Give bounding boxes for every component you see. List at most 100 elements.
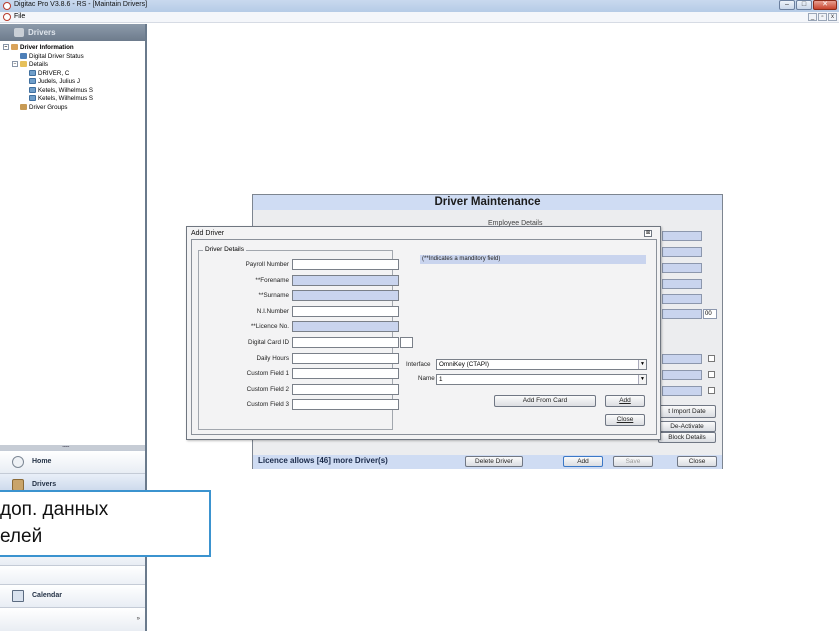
maximize-button[interactable]: □ <box>796 0 812 10</box>
add-driver-dialog: Add Driver ⊠ Driver Details Payroll Numb… <box>186 226 661 440</box>
field-label: Digital Card ID <box>248 339 289 346</box>
employee-field[interactable] <box>662 370 702 380</box>
field-label: Custom Field 3 <box>246 401 289 409</box>
nav-home-label: Home <box>32 458 52 465</box>
minimize-button[interactable]: – <box>779 0 795 10</box>
add-button[interactable]: Add <box>563 456 603 467</box>
option-checkbox[interactable] <box>708 371 715 378</box>
form-row: **Surname <box>199 290 399 302</box>
calendar-icon <box>12 590 24 602</box>
app-menu-icon[interactable] <box>3 13 11 21</box>
driver-details-legend: Driver Details <box>203 246 247 253</box>
mdi-close-button[interactable]: x <box>828 13 837 21</box>
deactivate-button[interactable]: De-Activate <box>658 421 716 432</box>
mdi-restore-button[interactable]: ▫ <box>818 13 827 21</box>
tree-item[interactable]: Driver Groups <box>3 104 145 113</box>
nav-calendar-label: Calendar <box>32 592 62 599</box>
form-input[interactable] <box>292 383 399 395</box>
name-label: Name <box>418 375 435 382</box>
employee-field[interactable] <box>662 386 702 396</box>
menu-bar: File _ ▫ x <box>0 12 839 23</box>
window-title: Digitac Pro V3.8.6 - RS - [Maintain Driv… <box>14 1 148 8</box>
chevron-right-icon[interactable]: » <box>137 616 140 622</box>
option-checkbox[interactable] <box>708 387 715 394</box>
tree-item[interactable]: − Details <box>3 61 145 70</box>
driver-card-icon <box>29 86 36 93</box>
field-label: **Forename <box>255 276 289 284</box>
tree-expander-icon[interactable]: − <box>3 44 9 51</box>
option-checkbox[interactable] <box>708 355 715 362</box>
employee-field[interactable] <box>662 231 702 241</box>
dialog-close-icon[interactable]: ⊠ <box>644 230 652 237</box>
nav-home[interactable]: Home <box>0 450 145 473</box>
interface-select[interactable]: OmniKey (CTAPI) ▼ <box>436 359 647 370</box>
app-logo-icon <box>3 2 11 10</box>
employee-field[interactable] <box>662 294 702 304</box>
dialog-add-button[interactable]: Add <box>605 395 645 407</box>
interface-label: Interface <box>406 361 431 368</box>
mdi-minimize-button[interactable]: _ <box>808 13 817 21</box>
form-input[interactable] <box>292 259 399 270</box>
form-input[interactable] <box>292 321 399 333</box>
save-button[interactable]: Save <box>613 456 653 467</box>
tree-item[interactable]: Ketels, Wilhelmus S <box>3 95 145 104</box>
tree-item[interactable]: − Driver Information <box>3 44 145 53</box>
form-input[interactable] <box>292 305 399 317</box>
driver-maintenance-title: Driver Maintenance <box>253 195 722 210</box>
form-row: Digital Card ID <box>199 337 413 349</box>
splitter-grip: .......... <box>62 443 70 449</box>
driver-card-icon <box>29 69 36 76</box>
tree-item[interactable]: Judels, Julius J <box>3 78 145 87</box>
form-input[interactable] <box>292 352 399 364</box>
dialog-close-button[interactable]: Close <box>605 414 645 426</box>
field-label: N.I.Number <box>256 307 289 315</box>
employee-field[interactable] <box>662 263 702 273</box>
nav-overflow-bar[interactable]: » <box>0 607 145 631</box>
tree-item[interactable]: Digital Driver Status <box>3 53 145 62</box>
form-input[interactable] <box>292 368 399 380</box>
nav-calendar[interactable]: Calendar <box>0 584 145 607</box>
card-id-extra-field[interactable] <box>400 337 413 348</box>
employee-field[interactable] <box>662 309 702 319</box>
dropdown-arrow-icon: ▼ <box>638 375 646 384</box>
window-title-bar: Digitac Pro V3.8.6 - RS - [Maintain Driv… <box>0 0 839 12</box>
drivers-header-icon <box>14 28 24 37</box>
field-label: **Licence No. <box>250 323 289 331</box>
import-date-button[interactable]: t Import Date <box>658 405 716 418</box>
employee-field[interactable] <box>662 247 702 257</box>
home-icon <box>12 456 24 468</box>
add-driver-body: Driver Details Payroll Number **Forename *… <box>191 239 657 435</box>
add-from-card-button[interactable]: Add From Card <box>494 395 596 407</box>
tree-expander-icon[interactable]: − <box>12 61 18 68</box>
tree-item[interactable]: DRIVER, C <box>3 70 145 79</box>
employee-field[interactable] <box>662 279 702 289</box>
add-driver-title: Add Driver <box>191 230 225 237</box>
driver-info-icon <box>11 44 18 51</box>
driver-card-icon <box>29 95 36 102</box>
form-row: **Forename <box>199 274 399 287</box>
close-button[interactable]: Close <box>677 456 717 467</box>
block-details-button[interactable]: Block Details <box>658 432 716 443</box>
close-window-button[interactable]: ✕ <box>813 0 837 10</box>
delete-driver-button[interactable]: Delete Driver <box>465 456 523 467</box>
tree-item-label: Judels, Julius J <box>38 78 80 85</box>
form-input[interactable] <box>292 337 399 348</box>
nav-drivers-label: Drivers <box>32 481 57 488</box>
driver-details-group: Driver Details Payroll Number **Forename *… <box>198 246 413 430</box>
form-input[interactable] <box>292 290 399 302</box>
field-label: Custom Field 2 <box>246 385 289 393</box>
form-input[interactable] <box>292 399 399 411</box>
form-row: Custom Field 2 <box>199 383 399 396</box>
form-input[interactable] <box>292 274 399 286</box>
form-row: Payroll Number <box>199 259 399 271</box>
employee-field[interactable] <box>662 354 702 364</box>
tree-item[interactable]: Ketels, Wilhelmus S <box>3 87 145 96</box>
window-controls: – □ ✕ <box>779 0 837 11</box>
menu-file[interactable]: File <box>14 13 25 20</box>
name-select[interactable]: 1 ▼ <box>436 374 647 385</box>
tooltip-callout: доп. данных елей <box>0 490 211 557</box>
driver-card-icon <box>29 78 36 85</box>
driver-tree: − Driver Information Digital Driver Status… <box>3 44 145 112</box>
form-row: Custom Field 1 <box>199 368 399 380</box>
small-number-field[interactable]: 00 <box>703 309 717 319</box>
